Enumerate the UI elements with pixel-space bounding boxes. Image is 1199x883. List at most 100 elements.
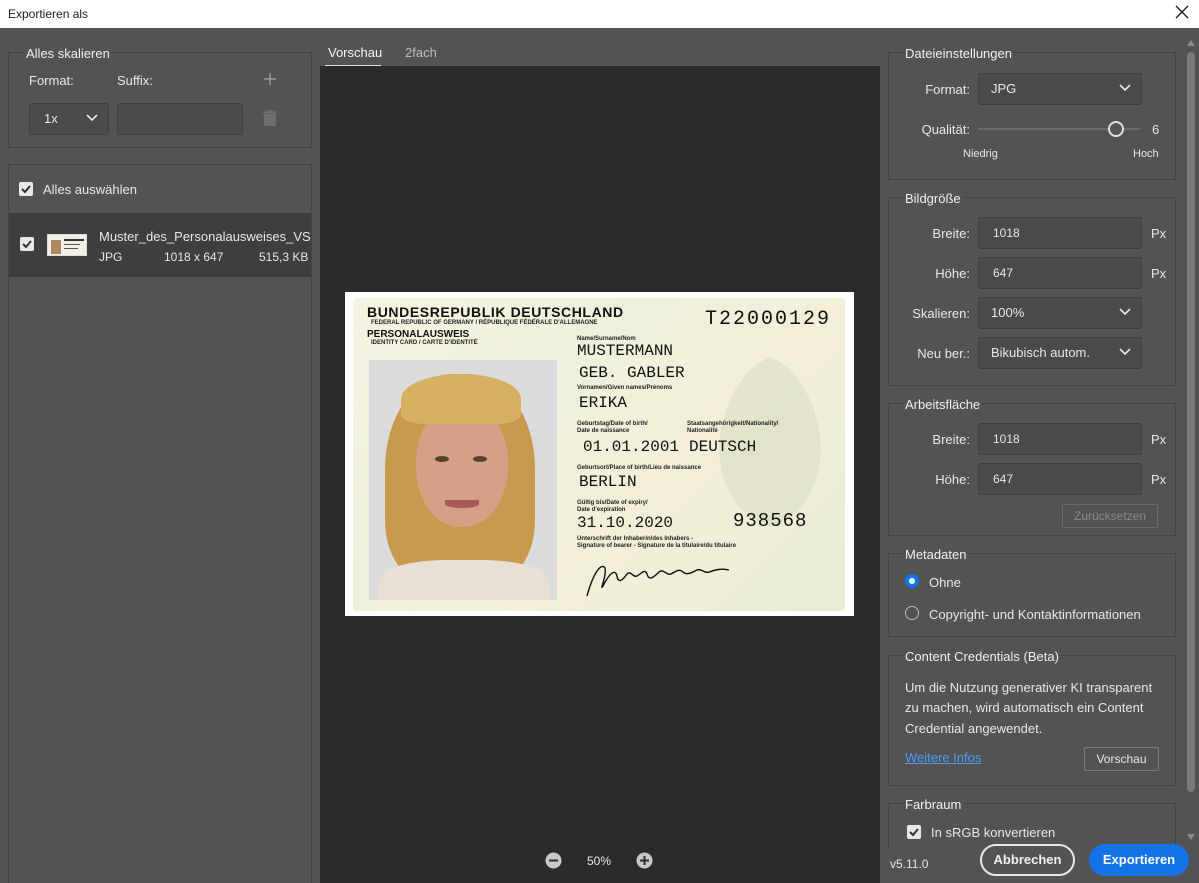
chevron-down-icon: [1119, 84, 1131, 92]
checkmark-icon: [22, 240, 32, 249]
close-icon[interactable]: [1173, 3, 1191, 21]
window-title: Exportieren als: [8, 7, 89, 21]
file-format-value: JPG: [991, 81, 1017, 96]
asset-format: JPG: [99, 250, 123, 264]
trash-icon[interactable]: [262, 110, 278, 127]
content-credentials-text-1: Um die Nutzung generativer KI transparen…: [905, 680, 1153, 695]
chevron-down-icon: [86, 114, 98, 122]
metadata-none-radio[interactable]: [905, 574, 919, 588]
id-sig-label-2: Signature of bearer - Signature de la ti…: [577, 543, 737, 549]
resample-label: Neu ber.:: [917, 346, 970, 361]
id-doc-type: PERSONALAUSWEIS: [367, 329, 470, 340]
quality-label: Qualität:: [921, 122, 970, 137]
suffix-label: Suffix:: [117, 73, 153, 88]
image-height-unit: Px: [1151, 266, 1167, 281]
id-pob-label: Geburtsort/Place of birth/Lieu de naissa…: [577, 465, 702, 471]
id-surname: MUSTERMANN: [577, 342, 674, 360]
image-height-input[interactable]: 647: [978, 257, 1142, 289]
id-nat-label-2: Nationalité: [687, 428, 718, 434]
resample-value: Bikubisch autom.: [991, 345, 1090, 360]
image-width-input[interactable]: 1018: [978, 217, 1142, 249]
canvas-width-input[interactable]: 1018: [978, 423, 1142, 455]
quality-low-label: Niedrig: [963, 148, 998, 160]
id-card-image: BUNDESREPUBLIK DEUTSCHLAND FEDERAL REPUB…: [345, 292, 854, 616]
id-signature: [586, 565, 730, 597]
reset-button[interactable]: Zurücksetzen: [1062, 504, 1158, 528]
file-format-label: Format:: [925, 82, 970, 97]
id-birth-name: GEB. GABLER: [579, 364, 685, 382]
asset-dimensions: 1018 x 647: [164, 250, 224, 264]
file-settings-title: Dateieinstellungen: [903, 46, 1014, 61]
suffix-input[interactable]: [117, 103, 243, 135]
export-button[interactable]: Exportieren: [1089, 844, 1189, 876]
canvas-height-unit: Px: [1151, 472, 1167, 487]
content-credentials-text-2: zu machen, wird automatisch ein Content: [905, 700, 1144, 715]
image-width-label: Breite:: [932, 226, 970, 241]
srgb-checkbox[interactable]: [907, 825, 921, 839]
scrollbar-thumb[interactable]: [1187, 52, 1195, 792]
file-format-select[interactable]: JPG: [978, 73, 1142, 105]
more-info-link[interactable]: Weitere Infos: [905, 750, 981, 765]
zoom-in-icon[interactable]: [636, 852, 653, 869]
metadata-none-label: Ohne: [929, 575, 961, 590]
id-dob: 01.01.2001: [583, 438, 680, 456]
id-country-sub: FEDERAL REPUBLIC OF GERMANY / RÉPUBLIQUE…: [371, 320, 598, 326]
id-dob-label-1: Geburtstag/Date of birth/: [577, 421, 648, 427]
id-exp-label-1: Gültig bis/Date of expiry/: [577, 500, 648, 506]
id-doc-type-sub: IDENTITY CARD / CARTE D'IDENTITÉ: [371, 340, 478, 346]
zoom-level: 50%: [587, 854, 612, 868]
title-bar: Exportieren als: [0, 0, 1199, 28]
scrollbar-track[interactable]: [1185, 40, 1197, 840]
resample-select[interactable]: Bikubisch autom.: [978, 337, 1142, 369]
id-nat-label-1: Staatsangehörigkeit/Nationality/: [687, 421, 779, 427]
asset-size: 515,3 KB: [259, 250, 309, 264]
id-dob-label-2: Date de naissance: [577, 428, 630, 434]
chevron-down-icon: [1119, 308, 1131, 316]
scale-select[interactable]: 1x: [29, 103, 109, 135]
scale-label: Skalieren:: [912, 306, 970, 321]
select-all-checkbox[interactable]: [19, 182, 33, 196]
id-sig-label-1: Unterschrift der Inhaberin/des Inhabers …: [577, 536, 694, 542]
canvas-height-input[interactable]: 647: [978, 463, 1142, 495]
quality-value: 6: [1152, 122, 1160, 137]
id-country: BUNDESREPUBLIK DEUTSCHLAND: [367, 304, 624, 320]
asset-row[interactable]: Muster_des_Personalausweises_VS JPG 1018…: [9, 213, 311, 277]
tab-2x[interactable]: 2fach: [405, 45, 437, 60]
metadata-copyright-radio[interactable]: [905, 606, 919, 620]
canvas-width-unit: Px: [1151, 432, 1167, 447]
id-can: 938568: [733, 510, 808, 532]
scale-panel-title: Alles skalieren: [24, 46, 112, 61]
color-space-title: Farbraum: [903, 797, 964, 812]
canvas-height-label: Höhe:: [935, 472, 970, 487]
tab-preview[interactable]: Vorschau: [328, 45, 382, 60]
chevron-down-icon: [1119, 348, 1131, 356]
cancel-button[interactable]: Abbrechen: [980, 844, 1075, 876]
select-all-label: Alles auswählen: [43, 182, 137, 197]
image-scale-value: 100%: [991, 305, 1025, 320]
add-scale-icon[interactable]: [263, 72, 277, 86]
id-expiry: 31.10.2020: [577, 514, 674, 532]
metadata-copyright-label: Copyright- und Kontaktinformationen: [929, 607, 1141, 622]
id-exp-label-2: Date d'expiration: [577, 507, 626, 513]
metadata-title: Metadaten: [903, 547, 969, 562]
canvas-width-label: Breite:: [932, 432, 970, 447]
quality-slider-thumb[interactable]: [1107, 121, 1124, 137]
image-scale-select[interactable]: 100%: [978, 297, 1142, 329]
id-photo: [369, 360, 557, 600]
id-given-label: Vornamen/Given names/Prénoms: [577, 385, 673, 391]
quality-high-label: Hoch: [1133, 148, 1159, 160]
content-credentials-title: Content Credentials (Beta): [903, 649, 1061, 664]
checkmark-icon: [909, 828, 919, 837]
content-credentials-preview-button[interactable]: Vorschau: [1084, 747, 1159, 771]
asset-name: Muster_des_Personalausweises_VS: [99, 229, 311, 244]
scroll-up-icon[interactable]: [1187, 40, 1195, 46]
asset-thumbnail: [47, 234, 87, 256]
asset-checkbox[interactable]: [20, 237, 34, 251]
scroll-down-icon[interactable]: [1187, 834, 1195, 840]
zoom-out-icon[interactable]: [545, 852, 562, 869]
file-settings-panel: [888, 52, 1176, 180]
scale-select-value: 1x: [44, 111, 58, 126]
image-height-label: Höhe:: [935, 266, 970, 281]
quality-slider[interactable]: [978, 120, 1142, 138]
content-credentials-text-3: Credential angewendet.: [905, 721, 1043, 736]
